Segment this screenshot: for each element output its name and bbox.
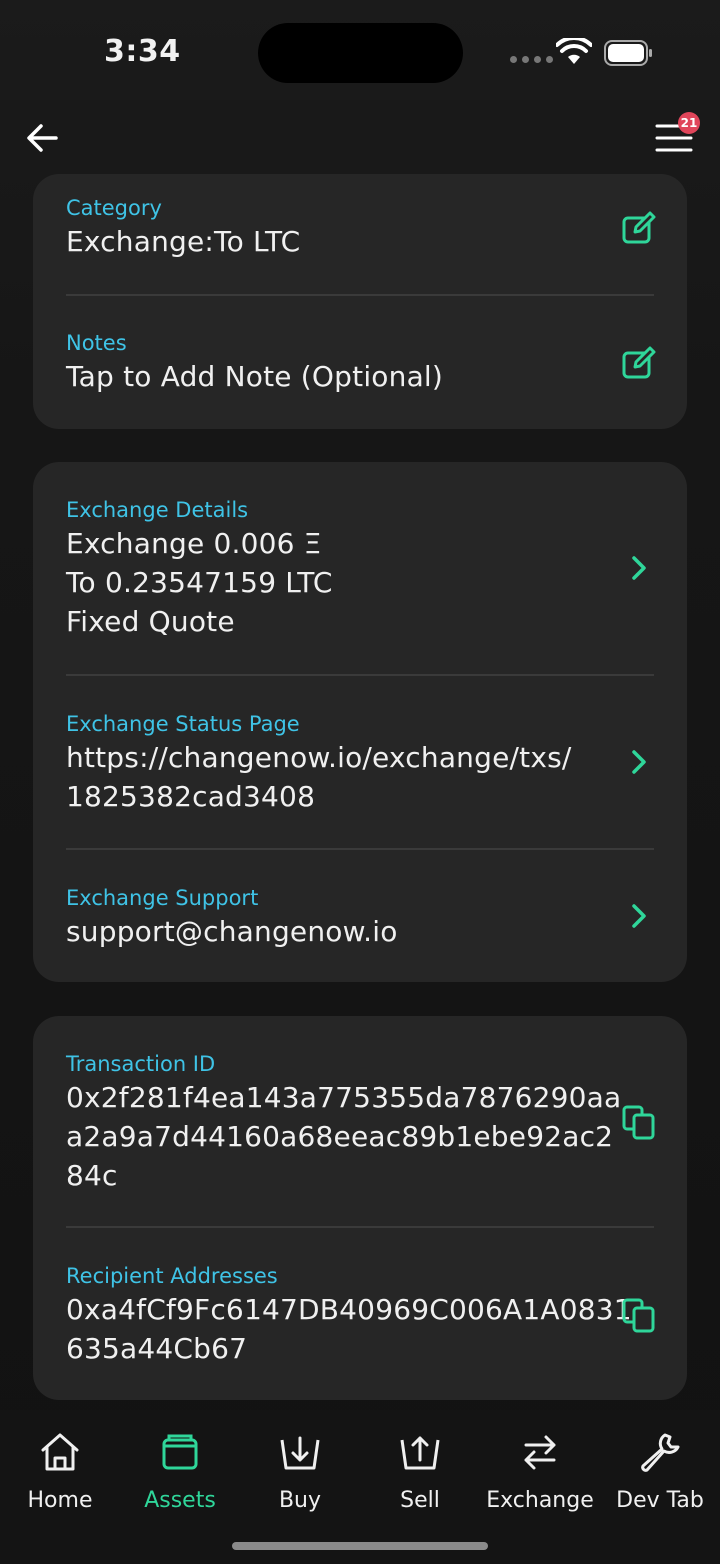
- divider: [66, 848, 654, 850]
- dynamic-island: [258, 23, 463, 83]
- home-indicator[interactable]: [232, 1542, 488, 1550]
- sell-icon: [400, 1436, 440, 1470]
- transaction-id-row: Transaction ID 0x2f281f4ea143a775355da78…: [66, 1050, 654, 1195]
- exchange-support-label: Exchange Support: [66, 886, 259, 910]
- cellular-signal-icon: [510, 56, 553, 63]
- recipient-addresses-row: Recipient Addresses 0xa4fCf9Fc6147DB4096…: [66, 1262, 654, 1368]
- divider: [66, 1226, 654, 1228]
- exchange-icon: [524, 1435, 556, 1470]
- wallet-icon: [162, 1434, 198, 1470]
- tab-dev-label: Dev Tab: [616, 1488, 704, 1513]
- copy-recipient-address-icon[interactable]: [621, 1297, 657, 1333]
- recipient-addresses-label: Recipient Addresses: [66, 1264, 278, 1288]
- buy-icon: [280, 1436, 320, 1470]
- details-card-meta: Category Exchange:To LTC Notes Tap to Ad…: [33, 174, 687, 429]
- category-row[interactable]: Category Exchange:To LTC: [66, 194, 654, 261]
- tab-home-label: Home: [27, 1488, 93, 1513]
- tab-dev[interactable]: Dev Tab: [600, 1430, 720, 1513]
- tab-buy[interactable]: Buy: [240, 1430, 360, 1513]
- recipient-address-line1: 0xa4fCf9Fc6147DB40969C006A1A0831: [66, 1293, 632, 1326]
- notification-badge: 21: [678, 112, 700, 134]
- chevron-right-icon[interactable]: [629, 554, 649, 582]
- transaction-details-screen: 3:34 21 Category Exchange:To LTC Notes T…: [0, 0, 720, 1564]
- exchange-status-url-line2: 1825382cad3408: [66, 780, 316, 813]
- tab-sell[interactable]: Sell: [360, 1430, 480, 1513]
- exchange-details-label: Exchange Details: [66, 498, 249, 522]
- status-time: 3:34: [104, 34, 181, 69]
- divider: [66, 674, 654, 676]
- tab-assets[interactable]: Assets: [120, 1430, 240, 1513]
- tab-sell-label: Sell: [400, 1488, 440, 1513]
- tab-assets-label: Assets: [144, 1488, 216, 1513]
- exchange-status-url-line1: https://changenow.io/exchange/txs/: [66, 741, 572, 774]
- transaction-id-line3: 84c: [66, 1159, 118, 1192]
- battery-icon: [604, 40, 652, 66]
- notes-label: Notes: [66, 331, 127, 355]
- transaction-id-line1: 0x2f281f4ea143a775355da7876290aa: [66, 1081, 622, 1114]
- exchange-status-label: Exchange Status Page: [66, 712, 300, 736]
- transaction-card: Transaction ID 0x2f281f4ea143a775355da78…: [33, 1016, 687, 1400]
- status-bar: 3:34: [0, 0, 720, 100]
- category-label: Category: [66, 196, 162, 220]
- exchange-details-line3: Fixed Quote: [66, 605, 235, 638]
- notes-value: Tap to Add Note (Optional): [66, 360, 444, 393]
- exchange-details-row[interactable]: Exchange Details Exchange 0.006 Ξ To 0.2…: [66, 496, 654, 641]
- recipient-address-line2: 635a44Cb67: [66, 1332, 248, 1365]
- back-arrow-icon[interactable]: [24, 120, 64, 156]
- edit-notes-icon[interactable]: [621, 345, 657, 381]
- tab-home[interactable]: Home: [0, 1430, 120, 1513]
- wifi-icon: [556, 38, 592, 64]
- tab-exchange-label: Exchange: [486, 1488, 594, 1513]
- wrench-icon: [641, 1433, 680, 1472]
- transaction-id-label: Transaction ID: [66, 1052, 216, 1076]
- tab-buy-label: Buy: [278, 1488, 322, 1513]
- exchange-details-line1: Exchange 0.006 Ξ: [66, 527, 322, 560]
- exchange-support-email: support@changenow.io: [66, 915, 398, 948]
- exchange-details-line2: To 0.23547159 LTC: [66, 566, 333, 599]
- chevron-right-icon[interactable]: [629, 902, 649, 930]
- notes-row[interactable]: Notes Tap to Add Note (Optional): [66, 329, 654, 396]
- category-value: Exchange:To LTC: [66, 225, 301, 258]
- copy-transaction-id-icon[interactable]: [621, 1104, 657, 1140]
- home-icon: [41, 1433, 79, 1471]
- edit-category-icon[interactable]: [621, 210, 657, 246]
- divider: [66, 294, 654, 296]
- transaction-id-line2: a2a9a7d44160a68eeac89b1ebe92ac2: [66, 1120, 614, 1153]
- exchange-card: Exchange Details Exchange 0.006 Ξ To 0.2…: [33, 462, 687, 982]
- exchange-status-row[interactable]: Exchange Status Page https://changenow.i…: [66, 710, 654, 816]
- chevron-right-icon[interactable]: [629, 748, 649, 776]
- bottom-tab-bar: Home Assets Buy Sell Exchange Dev Tab: [0, 1410, 720, 1564]
- top-navigation-bar: [0, 100, 720, 174]
- exchange-support-row[interactable]: Exchange Support support@changenow.io: [66, 884, 654, 951]
- tab-exchange[interactable]: Exchange: [480, 1430, 600, 1513]
